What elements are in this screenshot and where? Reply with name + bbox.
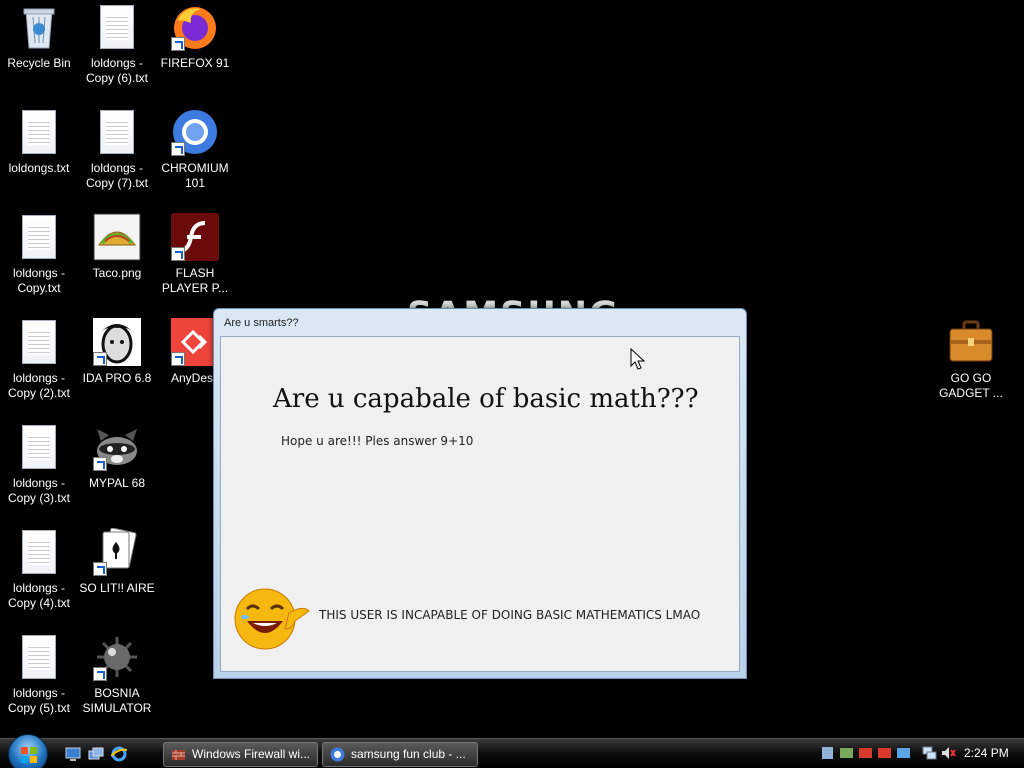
dialog-body: Are u capabale of basic math??? Hope u a… [220, 336, 740, 672]
text-file-icon [93, 108, 141, 156]
tray-icon-2[interactable] [839, 746, 854, 760]
chromium-icon [171, 108, 219, 156]
samsung-watermark: SAMSUNG [407, 290, 623, 310]
text-file-icon [15, 108, 63, 156]
tray-icon-1[interactable] [820, 746, 835, 760]
show-desktop-icon[interactable] [65, 746, 81, 762]
dialog-status-text: THIS USER IS INCAPABLE OF DOING BASIC MA… [319, 608, 701, 622]
chromium-icon [330, 747, 345, 762]
dialog-title: Are u smarts?? [224, 317, 299, 329]
desktop-icon-taco[interactable]: Taco.png [78, 213, 156, 281]
tray-icon-3[interactable] [858, 746, 873, 760]
desktop-icon-recycle-bin[interactable]: Recycle Bin [0, 3, 78, 71]
recycle-bin-icon [15, 3, 63, 51]
text-file-icon [15, 528, 63, 576]
desktop-icon-loldongs-copy-2[interactable]: loldongs - Copy (2).txt [0, 318, 78, 401]
text-file-icon [93, 3, 141, 51]
solitaire-icon [93, 527, 141, 576]
text-file-icon [15, 633, 63, 681]
text-file-icon [15, 318, 63, 366]
mouse-cursor-icon [630, 347, 646, 370]
dialog-heading: Are u capabale of basic math??? [273, 384, 699, 414]
desktop-icon-solitaire[interactable]: SO LIT!! AIRE [78, 527, 156, 596]
flash-player-icon [171, 213, 219, 261]
desktop-icon-mypal[interactable]: MYPAL 68 [78, 423, 156, 491]
desktop-icon-loldongs-copy-3[interactable]: loldongs - Copy (3).txt [0, 423, 78, 506]
tray-icon-4[interactable] [877, 746, 892, 760]
internet-explorer-icon[interactable] [110, 746, 128, 762]
taskbar: Windows Firewall wi... samsung fun club … [0, 734, 1024, 768]
desktop-icon-loldongs-copy-5[interactable]: loldongs - Copy (5).txt [0, 633, 78, 716]
switch-windows-icon[interactable] [88, 746, 104, 762]
desktop-icon-loldongs[interactable]: loldongs.txt [0, 108, 78, 176]
ida-pro-icon [93, 318, 141, 366]
desktop-icon-loldongs-copy-6[interactable]: loldongs - Copy (6).txt [78, 3, 156, 86]
taskbar-button-samsung-fun-club[interactable]: samsung fun club - ... [322, 742, 478, 767]
firefox-icon [171, 3, 219, 51]
tray-icon-5[interactable] [896, 746, 911, 760]
desktop-icon-loldongs-copy[interactable]: loldongs - Copy.txt [0, 213, 78, 296]
mypal-icon [93, 423, 141, 471]
taskbar-clock[interactable]: 2:24 PM [964, 746, 1009, 760]
desktop-icon-firefox[interactable]: FIREFOX 91 [156, 3, 234, 71]
text-file-icon [15, 423, 63, 471]
windows-start-orb[interactable] [8, 734, 48, 768]
desktop-icon-loldongs-copy-4[interactable]: loldongs - Copy (4).txt [0, 528, 78, 611]
anydesk-icon [171, 318, 219, 366]
image-file-icon [93, 213, 141, 261]
desktop-icon-flash-player[interactable]: FLASH PLAYER P... [156, 213, 234, 296]
firewall-icon [171, 747, 186, 762]
desktop-icon-chromium[interactable]: CHROMIUM 101 [156, 108, 234, 191]
text-file-icon [15, 213, 63, 261]
taskbar-button-firewall[interactable]: Windows Firewall wi... [163, 742, 318, 767]
desktop-icon-bosnia-simulator[interactable]: BOSNIA SIMULATOR [78, 633, 156, 716]
desktop-icon-loldongs-copy-7[interactable]: loldongs - Copy (7).txt [78, 108, 156, 191]
briefcase-icon [947, 318, 995, 366]
laughing-emoji-icon [233, 583, 315, 653]
desktop-icon-go-go-gadget[interactable]: GO GO GADGET ... [932, 318, 1010, 401]
desktop-icon-ida-pro[interactable]: IDA PRO 6.8 [78, 318, 156, 386]
math-quiz-dialog[interactable]: Are u smarts?? Are u capabale of basic m… [213, 308, 747, 679]
network-icon[interactable] [922, 746, 937, 760]
dialog-message: Hope u are!!! Ples answer 9+10 [281, 434, 474, 448]
volume-muted-icon[interactable] [941, 746, 956, 760]
minesweeper-icon [93, 633, 141, 681]
